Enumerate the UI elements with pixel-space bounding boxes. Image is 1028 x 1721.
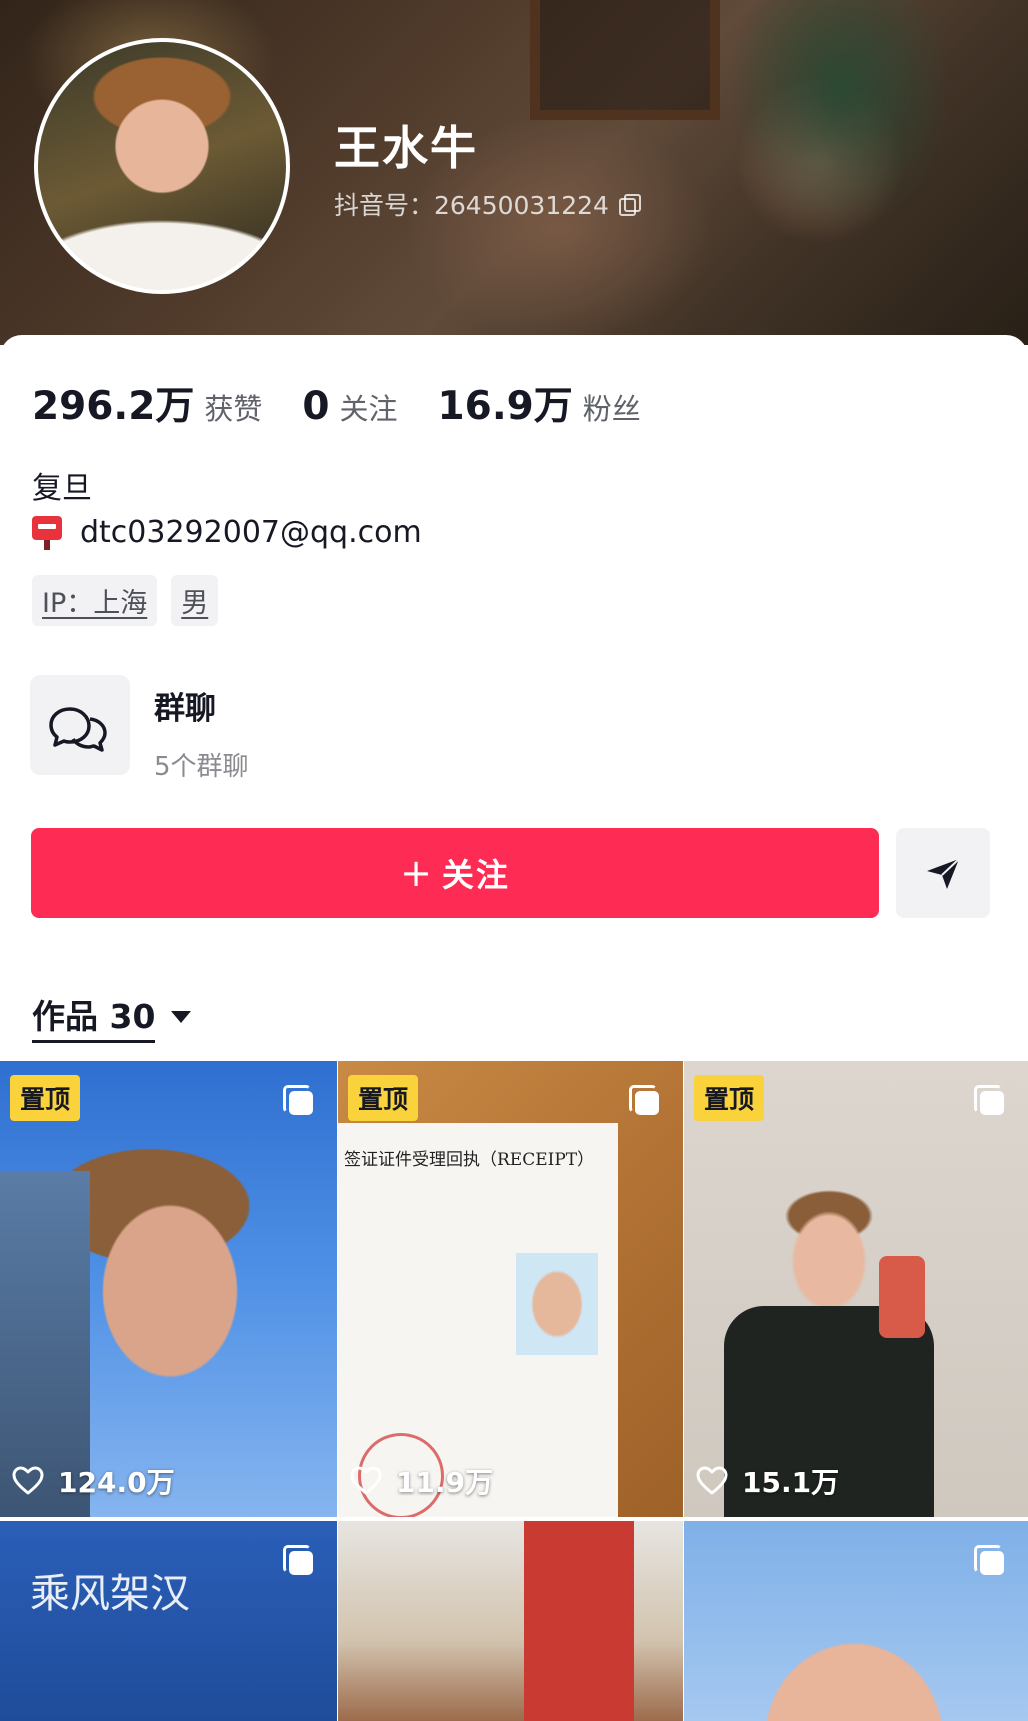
- profile-cover: 王水牛 抖音号：26450031224: [0, 0, 1028, 345]
- stat-followers[interactable]: 16.9万 粉丝: [438, 375, 641, 431]
- video-tile[interactable]: 乘风架汉: [0, 1521, 337, 1721]
- stat-likes-label: 获赞: [204, 392, 263, 426]
- video-tile[interactable]: 置顶 15.1万: [684, 1061, 1028, 1517]
- video-tile[interactable]: 签证证件受理回执（RECEIPT） 置顶 11.9万: [338, 1061, 683, 1517]
- video-likes: 124.0万: [12, 1461, 175, 1501]
- pinned-badge: 置顶: [10, 1075, 81, 1121]
- video-likes-count: 15.1万: [742, 1466, 840, 1499]
- follow-button-label: 关注: [441, 856, 510, 894]
- video-tile[interactable]: [338, 1521, 683, 1721]
- bio-school: 复旦: [32, 471, 92, 506]
- stat-followers-value: 16.9万: [437, 384, 573, 429]
- group-chat-title: 群聊: [154, 691, 216, 727]
- send-message-button[interactable]: [896, 828, 990, 918]
- multi-image-icon: [974, 1545, 1008, 1579]
- heart-outline-icon: [350, 1466, 382, 1495]
- video-likes-count: 11.9万: [396, 1466, 494, 1499]
- group-icon-box: [30, 675, 130, 775]
- pinned-badge: 置顶: [694, 1075, 765, 1121]
- stat-followers-label: 粉丝: [582, 392, 641, 426]
- heart-outline-icon: [12, 1466, 44, 1495]
- bio-email: dtc03292007@qq.com: [80, 515, 422, 550]
- douyin-id-text: 抖音号：26450031224: [334, 191, 609, 220]
- tag-gender: 男: [171, 575, 219, 626]
- video-tile[interactable]: [684, 1521, 1028, 1721]
- plus-icon: +: [400, 851, 434, 895]
- douyin-id[interactable]: 抖音号：26450031224: [334, 186, 641, 222]
- multi-image-icon: [974, 1085, 1008, 1119]
- caret-down-icon[interactable]: [171, 1010, 192, 1023]
- stat-following-value: 0: [302, 384, 330, 429]
- works-tab-label: 作品 30: [32, 990, 156, 1043]
- stats-row: 296.2万 获赞 0 关注 16.9万 粉丝: [32, 375, 681, 431]
- multi-image-icon: [283, 1545, 317, 1579]
- bio-email-row: dtc03292007@qq.com: [32, 515, 422, 550]
- stat-likes[interactable]: 296.2万 获赞: [32, 375, 262, 431]
- receipt-header: 签证证件受理回执（RECEIPT）: [344, 1150, 595, 1170]
- stat-following[interactable]: 0 关注: [302, 384, 397, 429]
- video-likes: 15.1万: [696, 1461, 839, 1501]
- copy-icon[interactable]: [618, 194, 641, 216]
- group-chat-entry[interactable]: 群聊 5个群聊: [30, 675, 249, 783]
- video-tile[interactable]: 置顶 124.0万: [0, 1061, 337, 1517]
- tag-ip-location[interactable]: IP：上海: [32, 575, 158, 626]
- stat-following-label: 关注: [339, 392, 398, 426]
- video-likes: 11.9万: [350, 1461, 493, 1501]
- profile-tags: IP：上海 男: [32, 575, 219, 626]
- heart-outline-icon: [696, 1466, 728, 1495]
- send-arrow-icon: [927, 858, 960, 889]
- avatar[interactable]: [34, 38, 290, 294]
- stat-likes-value: 296.2万: [32, 384, 195, 429]
- event-banner-text: 乘风架汉: [30, 1571, 190, 1617]
- works-tab[interactable]: 作品 30: [32, 990, 192, 1043]
- chat-bubbles-icon: [49, 707, 107, 752]
- group-chat-subtitle: 5个群聊: [154, 752, 249, 782]
- pinned-badge: 置顶: [348, 1075, 419, 1121]
- follow-button[interactable]: + 关注: [31, 828, 879, 918]
- multi-image-icon: [283, 1085, 317, 1119]
- video-likes-count: 124.0万: [58, 1466, 175, 1499]
- profile-name: 王水牛: [334, 121, 478, 175]
- receipt-document: 签证证件受理回执（RECEIPT）: [338, 1123, 618, 1517]
- multi-image-icon: [629, 1085, 663, 1119]
- mailbox-icon: [32, 515, 62, 550]
